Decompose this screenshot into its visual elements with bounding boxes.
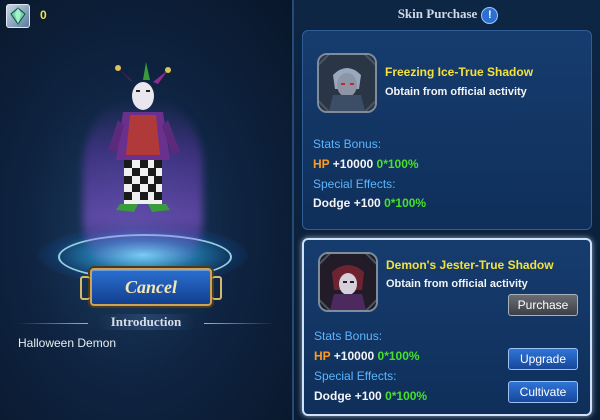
special-effects-label: Special Effects: bbox=[313, 177, 396, 191]
hp-stat-line: HP +10000 0*100% bbox=[314, 349, 420, 363]
skin-name: Freezing Ice-True Shadow bbox=[385, 65, 534, 79]
skin-purchase-panel: Skin Purchase! Freezing Ice-True Shadow … bbox=[292, 0, 600, 420]
stats-bonus-label: Stats Bonus: bbox=[314, 329, 383, 343]
skin-name: Demon's Jester-True Shadow bbox=[386, 258, 554, 272]
purchase-button[interactable]: Purchase bbox=[508, 294, 578, 316]
hp-label: HP bbox=[314, 349, 331, 363]
panel-title-text: Skin Purchase bbox=[397, 6, 478, 21]
currency-value: 0 bbox=[40, 8, 47, 22]
dodge-label: Dodge bbox=[314, 389, 352, 403]
hp-label: HP bbox=[313, 157, 330, 171]
hp-value: +10000 bbox=[332, 157, 374, 171]
dodge-growth: 0*100% bbox=[384, 196, 427, 210]
character-preview-panel: 0 Cancel Introduction Halloween Demon bbox=[0, 0, 292, 420]
skin-card[interactable]: Freezing Ice-True Shadow Obtain from off… bbox=[302, 30, 592, 230]
stats-bonus-label: Stats Bonus: bbox=[313, 137, 382, 151]
cancel-button-label: Cancel bbox=[125, 277, 177, 297]
upgrade-button[interactable]: Upgrade bbox=[508, 348, 578, 370]
skin-portrait bbox=[318, 252, 378, 312]
dodge-stat-line: Dodge +100 0*100% bbox=[313, 196, 426, 210]
skin-portrait bbox=[317, 53, 377, 113]
dodge-value: +100 bbox=[353, 196, 381, 210]
dodge-stat-line: Dodge +100 0*100% bbox=[314, 389, 427, 403]
ornament-divider bbox=[18, 323, 88, 324]
skin-card-selected[interactable]: Demon's Jester-True Shadow Obtain from o… bbox=[302, 238, 592, 416]
hp-value: +10000 bbox=[333, 349, 375, 363]
cultivate-button[interactable]: Cultivate bbox=[508, 381, 578, 403]
gem-icon bbox=[6, 4, 30, 28]
panel-title: Skin Purchase! bbox=[294, 6, 600, 24]
introduction-header: Introduction bbox=[0, 312, 292, 334]
hp-growth: 0*100% bbox=[376, 157, 419, 171]
hp-stat-line: HP +10000 0*100% bbox=[313, 157, 419, 171]
character-stage bbox=[28, 60, 258, 300]
introduction-text: Halloween Demon bbox=[18, 336, 117, 350]
skin-source: Obtain from official activity bbox=[385, 86, 527, 98]
ornament-divider bbox=[204, 323, 274, 324]
skin-source: Obtain from official activity bbox=[386, 278, 528, 290]
info-icon[interactable]: ! bbox=[481, 6, 499, 24]
jester-character-image bbox=[108, 62, 180, 212]
dodge-growth: 0*100% bbox=[385, 389, 428, 403]
hp-growth: 0*100% bbox=[377, 349, 420, 363]
special-effects-label: Special Effects: bbox=[314, 369, 397, 383]
cancel-button[interactable]: Cancel bbox=[80, 268, 222, 306]
dodge-label: Dodge bbox=[313, 196, 351, 210]
dodge-value: +100 bbox=[354, 389, 382, 403]
introduction-title: Introduction bbox=[96, 314, 196, 330]
